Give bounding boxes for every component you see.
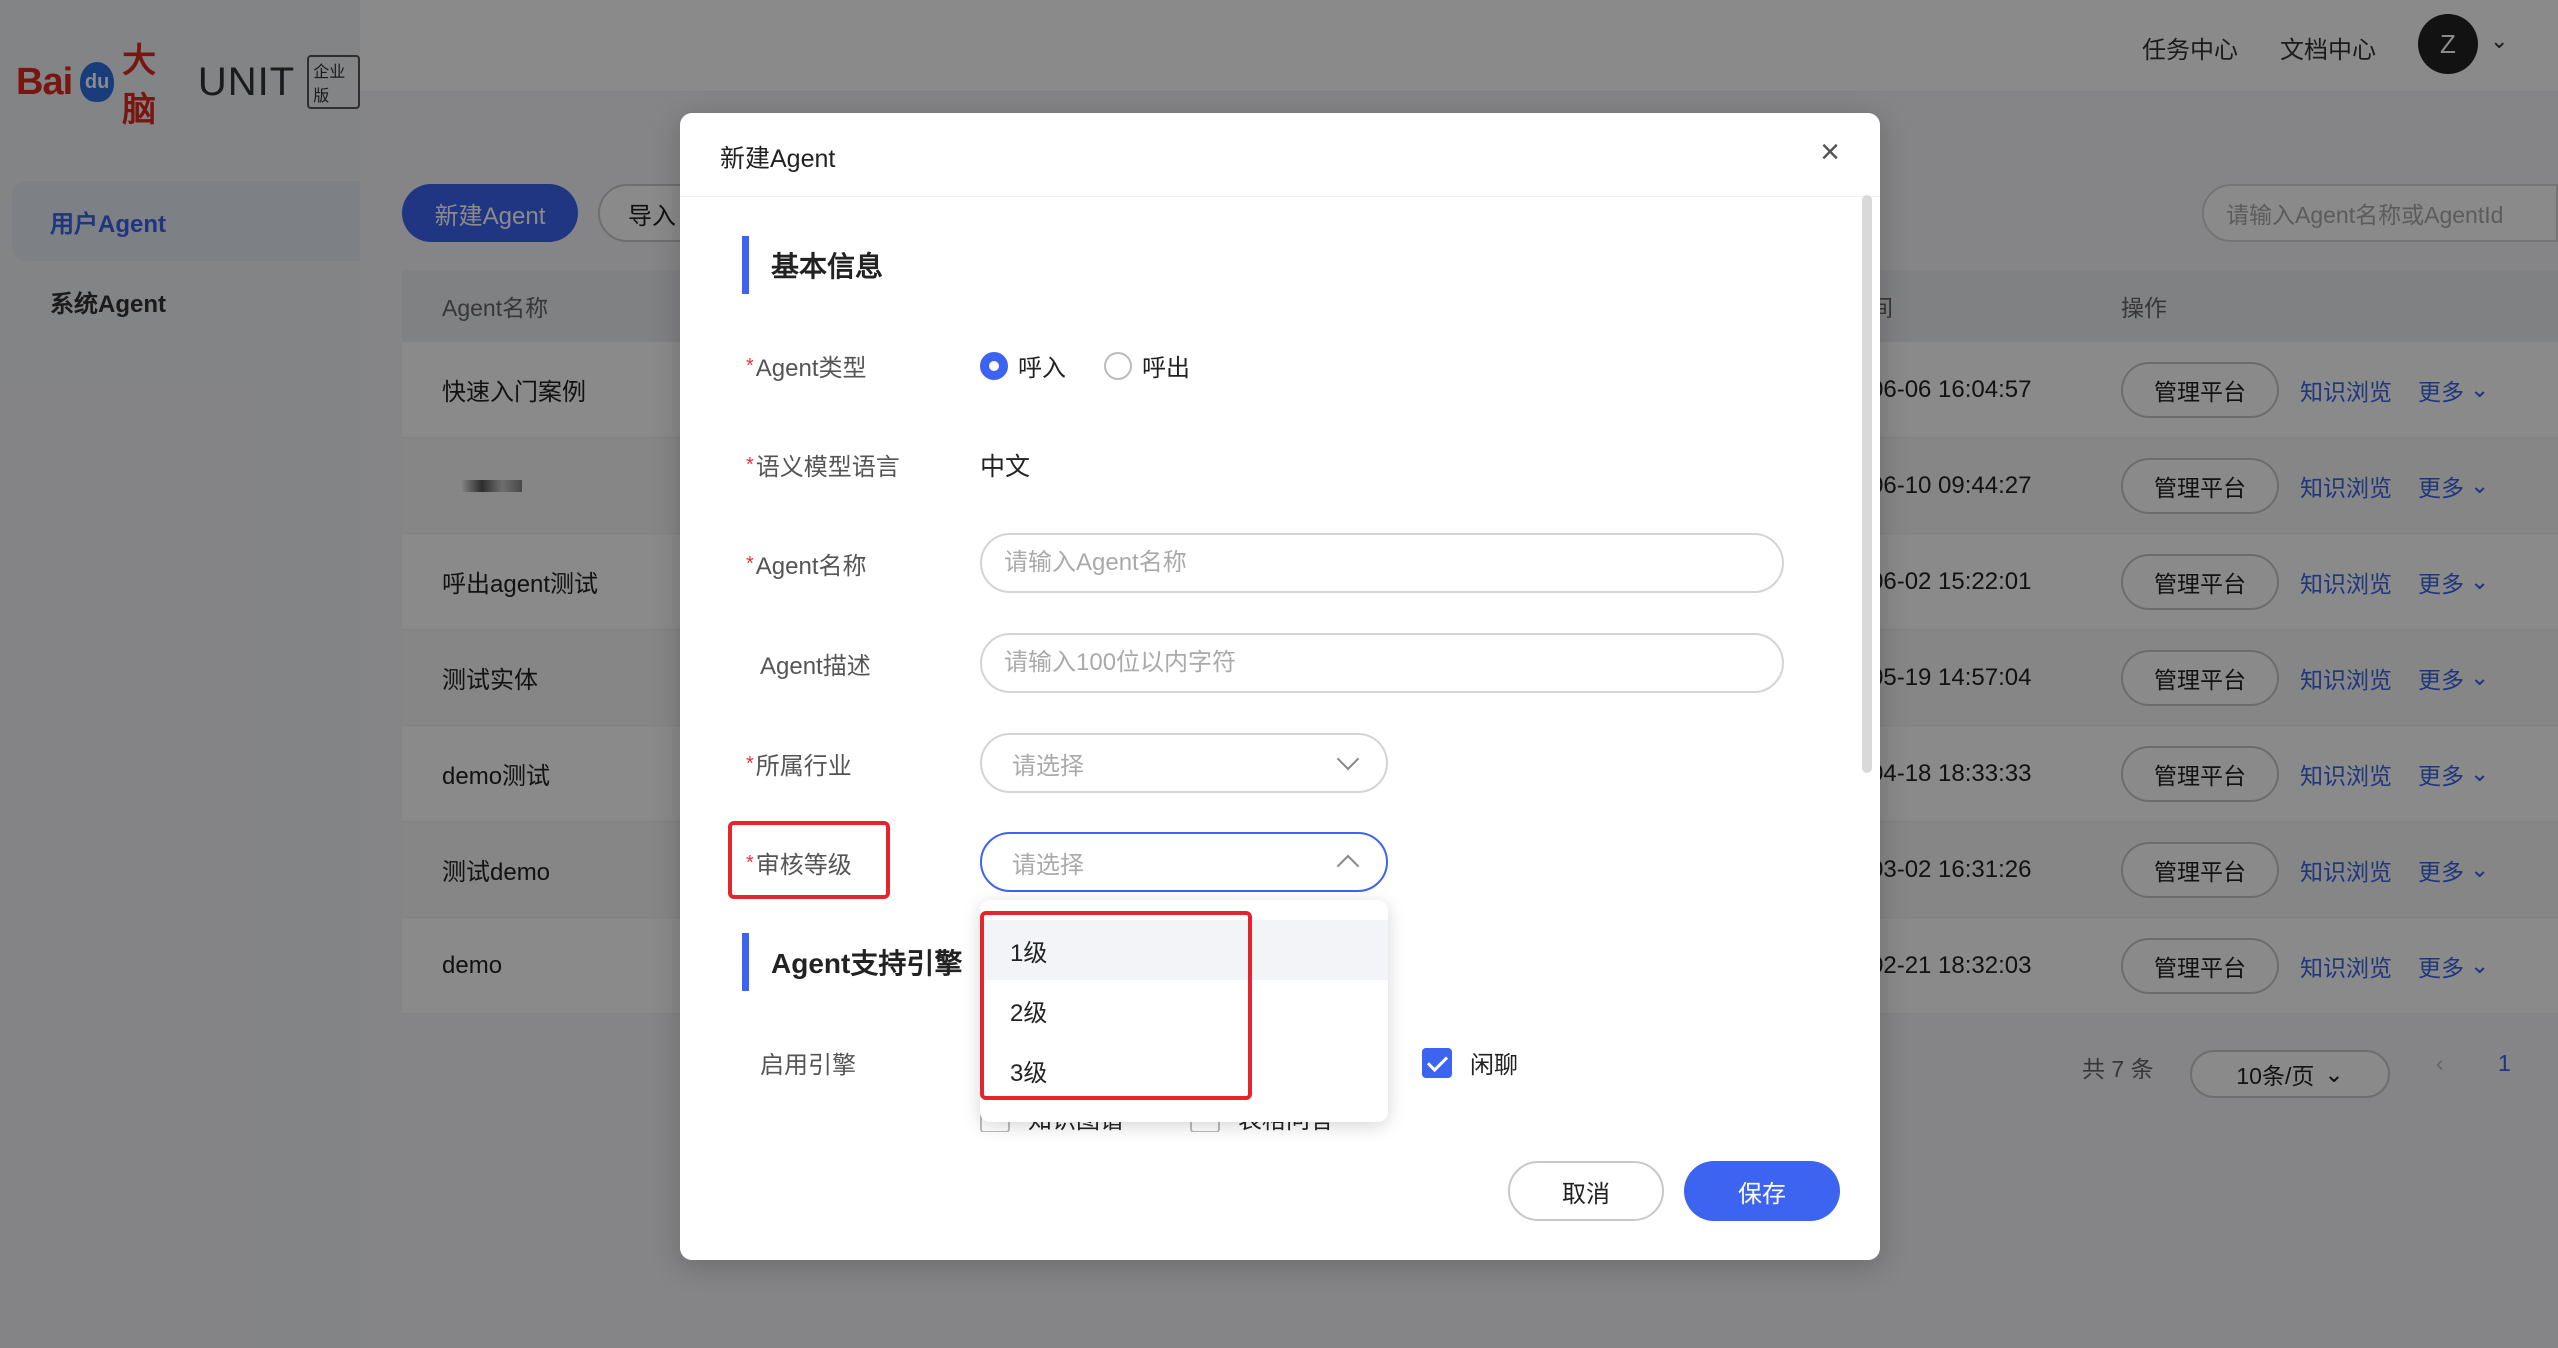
radio-outbound-label: 呼出 <box>1142 355 1190 382</box>
checkbox-checked-icon <box>1422 1047 1452 1078</box>
agent-desc-label: Agent描述 <box>760 653 871 680</box>
agent-name-input[interactable] <box>980 533 1784 593</box>
industry-placeholder: 请选择 <box>1012 752 1084 780</box>
agent-name-label-text: Agent名称 <box>755 553 867 580</box>
chevron-down-icon <box>1336 747 1360 771</box>
dialog-scrollbar[interactable] <box>1862 195 1872 773</box>
agent-name-label: *Agent名称 <box>746 553 867 580</box>
review-level-select[interactable]: 请选择 <box>980 832 1388 892</box>
review-level-placeholder: 请选择 <box>1012 851 1084 879</box>
radio-unchecked-icon <box>1104 351 1132 380</box>
highlight-box-options <box>980 911 1252 1100</box>
industry-select[interactable]: 请选择 <box>980 733 1388 793</box>
language-value: 中文 <box>980 453 1031 481</box>
radio-inbound-label: 呼入 <box>1018 355 1066 382</box>
section-basic-info: 基本信息 <box>742 236 883 294</box>
engine-label: 启用引擎 <box>760 1052 856 1079</box>
industry-label: *所属行业 <box>746 753 852 780</box>
dialog-header: 新建Agent × <box>680 113 1880 197</box>
close-icon[interactable]: × <box>1820 135 1840 169</box>
language-label-text: 语义模型语言 <box>755 454 900 481</box>
section-engine: Agent支持引擎 <box>742 933 962 991</box>
save-button[interactable]: 保存 <box>1684 1161 1840 1221</box>
checkbox-chat-label: 闲聊 <box>1470 1052 1518 1079</box>
cancel-button[interactable]: 取消 <box>1508 1161 1664 1221</box>
radio-checked-icon <box>980 351 1008 380</box>
highlight-box-review-label <box>728 821 890 899</box>
language-label: *语义模型语言 <box>746 454 900 481</box>
industry-label-text: 所属行业 <box>755 753 852 780</box>
dialog-title: 新建Agent <box>720 145 836 173</box>
radio-inbound[interactable]: 呼入 <box>980 348 1066 383</box>
radio-outbound[interactable]: 呼出 <box>1104 348 1190 383</box>
chevron-up-icon <box>1336 854 1360 878</box>
agent-type-label-text: Agent类型 <box>755 355 867 382</box>
agent-desc-input[interactable] <box>980 633 1784 693</box>
checkbox-chat[interactable]: 闲聊 <box>1422 1045 1518 1080</box>
agent-type-label: *Agent类型 <box>746 355 867 382</box>
